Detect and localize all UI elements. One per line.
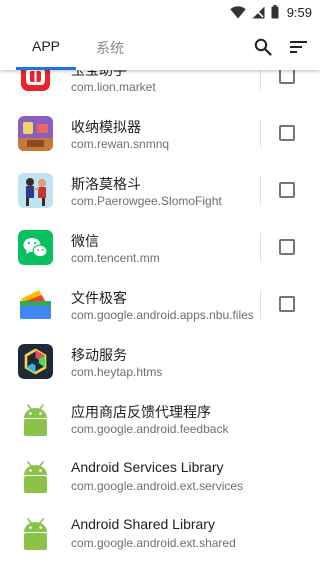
list-item[interactable]: 应用商店反馈代理程序 com.google.android.feedback [0, 390, 320, 447]
divider [260, 290, 261, 319]
wechat-icon [18, 230, 53, 265]
app-name: Android Shared Library [71, 516, 215, 532]
app-list[interactable]: 玉宝助手 com.lion.market 收纳模拟器 com.rewan.snm… [0, 70, 320, 570]
clock: 9:59 [286, 4, 312, 20]
files-icon [18, 287, 53, 322]
app-name: 应用商店反馈代理程序 [71, 404, 211, 420]
app-package: com.google.android.feedback [71, 422, 229, 436]
list-item[interactable]: 斯洛莫格斗 com.Paerowgee.SlomoFight [0, 162, 320, 219]
search-icon [254, 38, 272, 56]
storage-game-icon [18, 116, 53, 151]
slomo-fight-icon [18, 173, 53, 208]
app-package: com.google.android.ext.services [71, 479, 244, 493]
app-name: 移动服务 [71, 347, 127, 363]
tab-system[interactable]: 系统 [96, 38, 124, 58]
active-tab-indicator [16, 67, 76, 70]
select-checkbox[interactable] [279, 70, 295, 84]
app-name: 文件极客 [71, 290, 127, 306]
list-item[interactable]: 移动服务 com.heytap.htms [0, 333, 320, 390]
android-robot-icon [18, 458, 53, 493]
status-bar: 9:59 [0, 0, 320, 24]
app-name: 微信 [71, 233, 99, 249]
divider [260, 119, 261, 148]
app-package: com.Paerowgee.SlomoFight [71, 194, 222, 208]
android-robot-icon [18, 515, 53, 550]
battery-icon [271, 5, 279, 19]
app-name: Android Services Library [71, 459, 224, 475]
list-item[interactable]: 收纳模拟器 com.rewan.snmnq [0, 105, 320, 162]
select-checkbox[interactable] [279, 239, 295, 255]
list-item[interactable]: 玉宝助手 com.lion.market [0, 70, 320, 105]
divider [260, 176, 261, 205]
list-item[interactable]: 微信 com.tencent.mm [0, 219, 320, 276]
list-item[interactable]: Android Services Library com.google.andr… [0, 447, 320, 504]
divider [260, 233, 261, 262]
tab-app[interactable]: APP [32, 38, 60, 54]
signal-no-sim-icon [252, 6, 265, 18]
app-package: com.google.android.ext.shared [71, 536, 236, 550]
app-name: 玉宝助手 [71, 70, 127, 78]
app-package: com.tencent.mm [71, 251, 160, 265]
heytap-services-icon [18, 344, 53, 379]
app-package: com.lion.market [71, 80, 156, 94]
search-button[interactable] [252, 36, 274, 58]
app-name: 斯洛莫格斗 [71, 176, 141, 192]
app-package: com.rewan.snmnq [71, 137, 170, 151]
app-toolbar: APP 系统 [0, 24, 320, 70]
divider [260, 70, 261, 91]
lion-market-icon [18, 70, 53, 94]
sort-button[interactable] [288, 36, 310, 58]
list-item[interactable]: Android Shared Library com.google.androi… [0, 504, 320, 561]
sort-icon [290, 41, 307, 53]
wifi-icon [229, 5, 246, 19]
android-robot-icon [18, 401, 53, 436]
select-checkbox[interactable] [279, 125, 295, 141]
list-item[interactable]: 文件极客 com.google.android.apps.nbu.files [0, 276, 320, 333]
select-checkbox[interactable] [279, 182, 295, 198]
app-package: com.google.android.apps.nbu.files [71, 308, 254, 322]
app-name: 收纳模拟器 [71, 119, 141, 135]
select-checkbox[interactable] [279, 296, 295, 312]
app-package: com.heytap.htms [71, 365, 163, 379]
